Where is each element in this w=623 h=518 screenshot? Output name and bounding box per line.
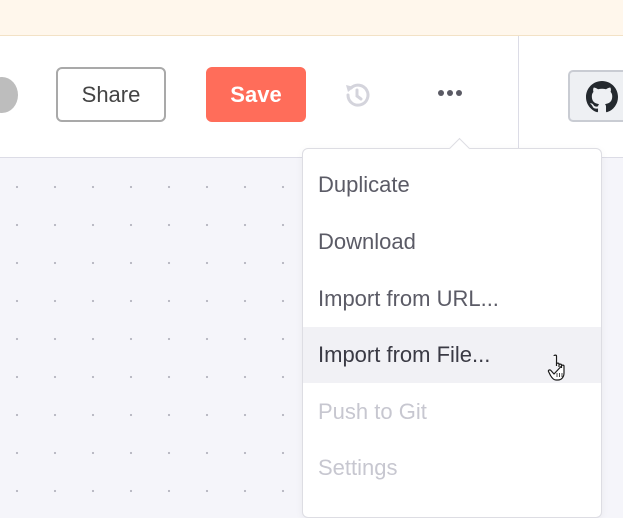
menu-item-settings: Settings: [303, 440, 601, 496]
menu-item-label: Duplicate: [318, 172, 410, 197]
menu-item-label: Import from URL...: [318, 286, 499, 311]
menu-item-push-to-git: Push to Git: [303, 384, 601, 440]
menu-item-label: Download: [318, 229, 416, 254]
share-button-label: Share: [81, 81, 141, 107]
pointer-cursor-icon: [547, 354, 565, 381]
menu-item-import-url[interactable]: Import from URL...: [303, 271, 601, 327]
history-icon[interactable]: [342, 80, 372, 110]
save-button[interactable]: Save: [206, 67, 306, 122]
more-horizontal-icon[interactable]: [438, 90, 466, 100]
menu-item-label: Push to Git: [318, 399, 427, 424]
menu-item-download[interactable]: Download: [303, 214, 601, 270]
menu-item-label: Settings: [318, 455, 398, 480]
top-banner: [0, 0, 623, 36]
save-button-label: Save: [230, 81, 282, 107]
github-icon: [586, 81, 618, 113]
toolbar-divider: [518, 36, 519, 157]
github-button[interactable]: [568, 70, 623, 122]
menu-item-label: Import from File...: [318, 342, 491, 367]
share-button[interactable]: Share: [56, 67, 166, 122]
menu-item-duplicate[interactable]: Duplicate: [303, 157, 601, 213]
options-dropdown-menu: Duplicate Download Import from URL... Im…: [302, 148, 602, 518]
